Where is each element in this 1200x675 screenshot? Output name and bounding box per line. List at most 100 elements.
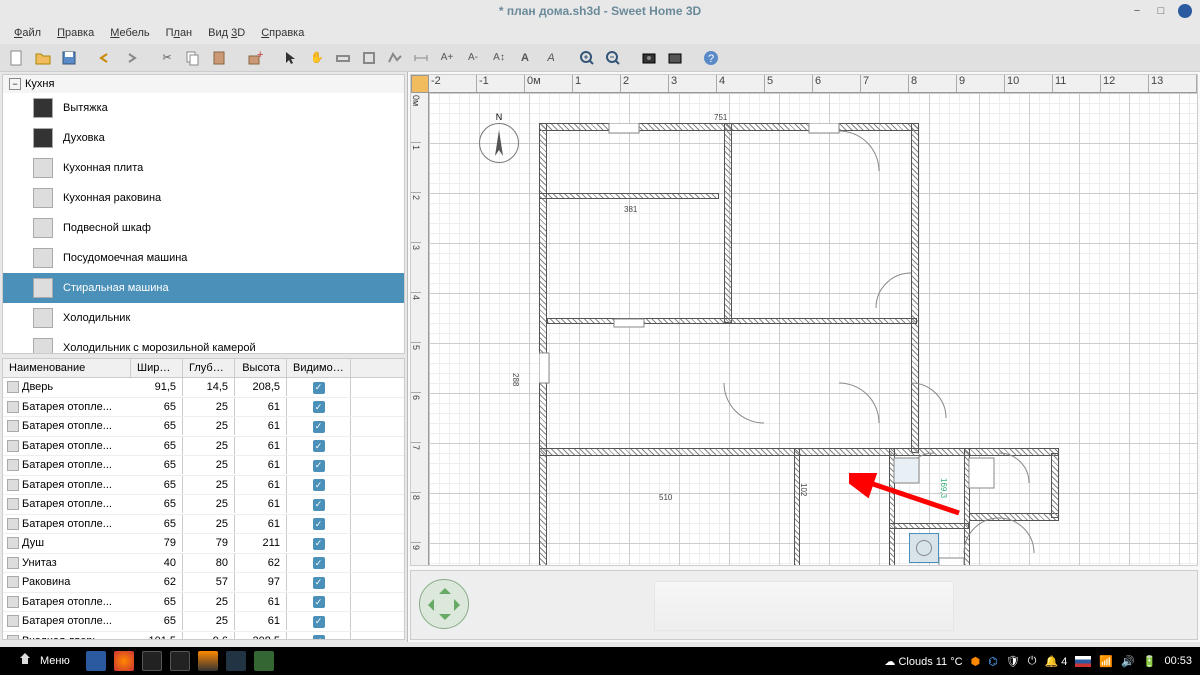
catalog-item[interactable]: Холодильник с морозильной камерой [3,333,404,354]
table-row[interactable]: Унитаз 40 80 62 ✓ [3,554,404,574]
menu-help[interactable]: Справка [255,25,310,41]
plan-canvas[interactable]: -2-10м12345678910111213 0м123456789 [410,74,1198,566]
wall-icon[interactable] [332,47,354,69]
polyline-icon[interactable] [384,47,406,69]
table-row[interactable]: Батарея отопле... 65 25 61 ✓ [3,515,404,535]
visibility-checkbox[interactable]: ✓ [313,382,325,394]
col-height[interactable]: Высота [235,359,287,377]
visibility-checkbox[interactable]: ✓ [313,499,325,511]
ruler-origin-icon[interactable] [411,75,429,93]
terminal2-icon[interactable] [170,651,190,671]
save-icon[interactable] [58,47,80,69]
sweethome-icon[interactable] [254,651,274,671]
add-furniture-icon[interactable]: + [244,47,266,69]
visibility-checkbox[interactable]: ✓ [313,460,325,472]
updates-icon[interactable]: ⏻ [1028,655,1037,668]
start-menu-button[interactable]: Меню [8,650,78,672]
collapse-icon[interactable]: − [9,78,21,90]
zoom-in-icon[interactable] [576,47,598,69]
paste-icon[interactable] [208,47,230,69]
close-button[interactable] [1178,4,1192,18]
compass-icon[interactable] [479,123,519,163]
cut-icon[interactable]: ✂ [156,47,178,69]
maximize-button[interactable]: □ [1154,4,1168,18]
battery-icon[interactable]: 🔋 [1143,655,1157,668]
view-3d[interactable] [410,570,1198,640]
text-big-icon[interactable]: A- [462,47,484,69]
catalog-item[interactable]: Кухонная раковина [3,183,404,213]
weather-widget[interactable]: ☁ Clouds 11 °C [884,655,962,668]
washing-machine-placed[interactable] [909,533,939,563]
zoom-out-icon[interactable] [602,47,624,69]
shield-icon[interactable]: 🛡 [1006,655,1020,668]
visibility-checkbox[interactable]: ✓ [313,635,325,640]
visibility-checkbox[interactable]: ✓ [313,538,325,550]
pan-icon[interactable]: ✋ [306,47,328,69]
text-add-icon[interactable]: A↕ [488,47,510,69]
catalog-item[interactable]: Кухонная плита [3,153,404,183]
table-row[interactable]: Входная дверь 101,5 9,6 208,5 ✓ [3,632,404,641]
redo-icon[interactable] [120,47,142,69]
wifi-icon[interactable]: 📶 [1099,655,1113,668]
firefox-icon[interactable] [114,651,134,671]
menu-file[interactable]: Файл [8,25,47,41]
nav-compass-icon[interactable] [419,579,469,629]
video-icon[interactable] [664,47,686,69]
menu-furniture[interactable]: Мебель [104,25,155,41]
photo-icon[interactable] [638,47,660,69]
app-icon[interactable] [198,651,218,671]
table-row[interactable]: Батарея отопле... 65 25 61 ✓ [3,398,404,418]
table-row[interactable]: Батарея отопле... 65 25 61 ✓ [3,593,404,613]
table-row[interactable]: Дверь 91,5 14,5 208,5 ✓ [3,378,404,398]
catalog-item[interactable]: Холодильник [3,303,404,333]
select-icon[interactable] [280,47,302,69]
notifications-icon[interactable]: 🔔 4 [1044,655,1067,668]
grid-canvas[interactable]: 751 381 288 510 169,3 102 [429,93,1197,565]
visibility-checkbox[interactable]: ✓ [313,440,325,452]
clock[interactable]: 00:53 [1164,655,1192,667]
table-row[interactable]: Батарея отопле... 65 25 61 ✓ [3,495,404,515]
visibility-checkbox[interactable]: ✓ [313,401,325,413]
undo-icon[interactable] [94,47,116,69]
text-icon[interactable]: A [514,47,536,69]
catalog-item[interactable]: Посудомоечная машина [3,243,404,273]
table-row[interactable]: Батарея отопле... 65 25 61 ✓ [3,456,404,476]
volume-icon[interactable]: 🔊 [1121,655,1135,668]
menu-edit[interactable]: Правка [51,25,100,41]
room-icon[interactable] [358,47,380,69]
col-name[interactable]: Наименование [3,359,131,377]
visibility-checkbox[interactable]: ✓ [313,616,325,628]
col-depth[interactable]: Глубина [183,359,235,377]
desktop-icon[interactable] [86,651,106,671]
text-small-icon[interactable]: A+ [436,47,458,69]
visibility-checkbox[interactable]: ✓ [313,518,325,530]
catalog-item[interactable]: Духовка [3,123,404,153]
menu-3d[interactable]: Вид 3D [202,25,251,41]
keyboard-layout-icon[interactable] [1075,656,1091,667]
catalog-item[interactable]: Подвесной шкаф [3,213,404,243]
category-header[interactable]: − Кухня [3,75,404,93]
text-it-icon[interactable]: A [540,47,562,69]
furniture-catalog[interactable]: − Кухня ВытяжкаДуховкаКухонная плитаКухо… [2,74,405,354]
dimension-icon[interactable] [410,47,432,69]
minimize-button[interactable]: − [1130,4,1144,18]
bluetooth-icon[interactable]: ⌬ [988,655,998,668]
table-row[interactable]: Душ 79 79 211 ✓ [3,534,404,554]
col-width[interactable]: Ширина [131,359,183,377]
table-row[interactable]: Батарея отопле... 65 25 61 ✓ [3,437,404,457]
catalog-item[interactable]: Вытяжка [3,93,404,123]
col-visibility[interactable]: Видимость [287,359,351,377]
search-app-icon[interactable] [226,651,246,671]
open-icon[interactable] [32,47,54,69]
furniture-list-table[interactable]: Наименование Ширина Глубина Высота Видим… [2,358,405,640]
visibility-checkbox[interactable]: ✓ [313,479,325,491]
catalog-item[interactable]: Стиральная машина [3,273,404,303]
floorplan[interactable]: 751 381 288 510 169,3 102 [539,123,1059,566]
visibility-checkbox[interactable]: ✓ [313,557,325,569]
table-row[interactable]: Батарея отопле... 65 25 61 ✓ [3,476,404,496]
visibility-checkbox[interactable]: ✓ [313,577,325,589]
help-icon[interactable]: ? [700,47,722,69]
table-row[interactable]: Батарея отопле... 65 25 61 ✓ [3,417,404,437]
copy-icon[interactable] [182,47,204,69]
tray-app-icon[interactable]: ⬢ [971,655,981,668]
